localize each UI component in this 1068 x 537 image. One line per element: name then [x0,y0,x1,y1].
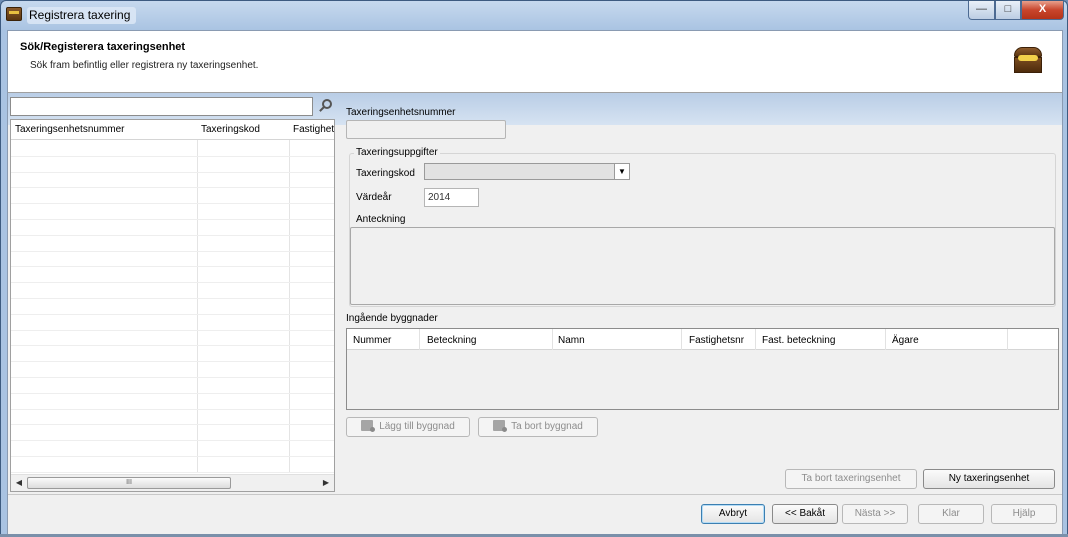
footer-divider [8,494,1062,495]
chevron-down-icon[interactable]: ▼ [614,164,629,179]
wizard-header: Sök/Registerera taxeringsenhet Sök fram … [8,31,1062,93]
add-building-icon [361,420,376,432]
scroll-thumb[interactable]: III [27,477,231,489]
taxation-details-label: Taxeringsuppgifter [354,147,440,158]
table-row[interactable] [11,187,334,189]
tax-code-select[interactable]: ▼ [424,163,630,180]
table-row[interactable] [11,234,334,236]
dialog-client-area: Sök/Registerera taxeringsenhet Sök fram … [7,30,1063,535]
results-list-header: Taxeringsenhetsnummer Taxeringskod Fasti… [11,120,334,140]
application-window: Registrera taxering — □ X Sök/Registerer… [0,0,1068,537]
unit-number-field [346,120,506,139]
remove-building-icon [493,420,508,432]
search-input[interactable] [11,98,312,115]
page-subtitle: Sök fram befintlig eller registrera ny t… [30,60,259,71]
column-divider [197,140,198,472]
horizontal-scrollbar[interactable]: ◀ III ▶ [11,474,334,491]
buildings-label: Ingående byggnader [346,313,438,324]
close-button[interactable]: X [1021,1,1064,20]
value-year-label: Värdeår [356,192,392,203]
table-row[interactable] [11,298,334,299]
next-button[interactable]: Nästa >> [842,504,908,524]
minimize-button[interactable]: — [968,1,995,20]
table-row[interactable] [11,361,334,363]
table-row[interactable] [11,266,334,268]
scroll-right-icon[interactable]: ▶ [320,477,332,489]
value-year-input[interactable]: 2014 [424,188,479,207]
add-building-button[interactable]: Lägg till byggnad [346,417,470,437]
table-row[interactable] [11,440,334,442]
column-divider [289,140,290,472]
column-header-property-number[interactable]: Fastighetsnr [689,335,744,346]
table-row[interactable] [11,471,334,473]
table-row[interactable] [11,377,334,378]
new-unit-button[interactable]: Ny taxeringsenhet [923,469,1055,489]
column-header-name[interactable]: Namn [558,335,585,346]
column-header-owner[interactable]: Ägare [892,335,919,346]
column-header-designation[interactable]: Beteckning [427,335,476,346]
treasure-chest-icon [1014,47,1042,73]
buildings-grid[interactable]: Nummer Beteckning Namn Fastighetsnr Fast… [346,328,1059,410]
table-row[interactable] [11,203,334,205]
table-row[interactable] [11,155,334,157]
remove-unit-button[interactable]: Ta bort taxeringsenhet [785,469,917,489]
table-row[interactable] [11,345,334,347]
column-header-property-designation[interactable]: Fast. beteckning [762,335,835,346]
add-building-button-label: Lägg till byggnad [379,421,455,432]
remove-building-button-label: Ta bort byggnad [511,421,583,432]
table-row[interactable] [11,171,334,173]
remove-building-button[interactable]: Ta bort byggnad [478,417,598,437]
finish-button[interactable]: Klar [918,504,984,524]
table-row[interactable] [11,392,334,394]
note-textarea[interactable] [350,227,1055,305]
cancel-button[interactable]: Avbryt [701,504,765,524]
table-row[interactable] [11,250,334,252]
table-row[interactable] [11,456,334,457]
help-button[interactable]: Hjälp [991,504,1057,524]
search-icon[interactable] [316,97,334,116]
column-header-property[interactable]: Fastighet [293,124,334,135]
table-row[interactable] [11,329,334,331]
buildings-grid-header: Nummer Beteckning Namn Fastighetsnr Fast… [347,329,1058,350]
unit-number-label: Taxeringsenhetsnummer [346,107,456,118]
window-title: Registrera taxering [27,7,137,24]
page-title: Sök/Registerera taxeringsenhet [20,41,186,53]
table-row[interactable] [11,313,334,315]
tax-code-label: Taxeringskod [356,168,415,179]
column-header-number[interactable]: Nummer [353,335,391,346]
maximize-button[interactable]: □ [995,1,1021,20]
table-row[interactable] [11,282,334,284]
column-header-code[interactable]: Taxeringskod [201,124,260,135]
results-list[interactable]: Taxeringsenhetsnummer Taxeringskod Fasti… [10,119,335,492]
table-row[interactable] [11,219,334,220]
search-input-box[interactable] [10,97,313,116]
column-header-unit-number[interactable]: Taxeringsenhetsnummer [15,124,125,135]
back-button[interactable]: << Bakåt [772,504,838,524]
table-row[interactable] [11,408,334,410]
scroll-left-icon[interactable]: ◀ [13,477,25,489]
title-bar[interactable]: Registrera taxering — □ X [1,1,1067,29]
note-label: Anteckning [356,214,406,225]
table-row[interactable] [11,424,334,426]
treasure-chest-icon [6,7,22,21]
